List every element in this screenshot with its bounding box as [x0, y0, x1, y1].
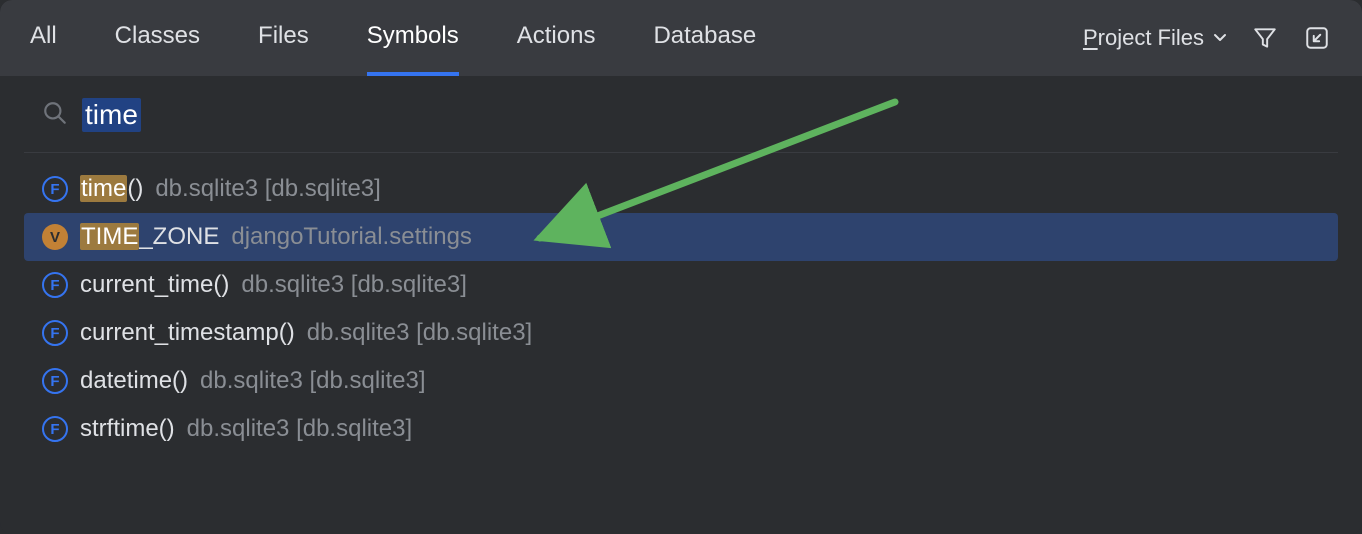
result-row[interactable]: F datetime() db.sqlite3 [db.sqlite3] — [0, 357, 1362, 405]
tab-actions[interactable]: Actions — [517, 0, 596, 76]
result-location: db.sqlite3 [db.sqlite3] — [241, 271, 466, 299]
result-row[interactable]: F time() db.sqlite3 [db.sqlite3] — [0, 165, 1362, 213]
open-in-toolwindow-icon[interactable] — [1302, 23, 1332, 53]
result-location: db.sqlite3 [db.sqlite3] — [187, 415, 412, 443]
result-location: db.sqlite3 [db.sqlite3] — [307, 319, 532, 347]
search-icon — [42, 100, 68, 131]
tab-classes[interactable]: Classes — [115, 0, 200, 76]
scope-hotkey: P — [1083, 25, 1098, 50]
search-input[interactable]: time — [82, 98, 141, 132]
variable-icon: V — [42, 224, 68, 250]
result-location: djangoTutorial.settings — [231, 223, 472, 251]
tab-all[interactable]: All — [30, 0, 57, 76]
scope-label-rest: roject Files — [1098, 25, 1204, 50]
result-location: db.sqlite3 [db.sqlite3] — [200, 367, 425, 395]
results-list: F time() db.sqlite3 [db.sqlite3] V TIME_… — [0, 153, 1362, 465]
tabs-right-group: Project Files — [1083, 23, 1332, 53]
result-row[interactable]: F strftime() db.sqlite3 [db.sqlite3] — [0, 405, 1362, 453]
chevron-down-icon — [1212, 25, 1228, 51]
function-icon: F — [42, 176, 68, 202]
scope-dropdown[interactable]: Project Files — [1083, 25, 1228, 51]
result-name: datetime() — [80, 367, 188, 395]
result-name: strftime() — [80, 415, 175, 443]
result-location: db.sqlite3 [db.sqlite3] — [155, 175, 380, 203]
search-tabs-bar: All Classes Files Symbols Actions Databa… — [0, 0, 1362, 76]
tabs-left-group: All Classes Files Symbols Actions Databa… — [30, 0, 756, 76]
tab-symbols[interactable]: Symbols — [367, 0, 459, 76]
result-row[interactable]: F current_timestamp() db.sqlite3 [db.sql… — [0, 309, 1362, 357]
result-name: current_time() — [80, 271, 229, 299]
result-row-selected[interactable]: V TIME_ZONE djangoTutorial.settings — [24, 213, 1338, 261]
search-bar: time — [0, 76, 1362, 152]
tab-files[interactable]: Files — [258, 0, 309, 76]
function-icon: F — [42, 416, 68, 442]
function-icon: F — [42, 368, 68, 394]
result-name: time() — [80, 175, 143, 203]
function-icon: F — [42, 272, 68, 298]
result-row[interactable]: F current_time() db.sqlite3 [db.sqlite3] — [0, 261, 1362, 309]
result-name: current_timestamp() — [80, 319, 295, 347]
tab-database[interactable]: Database — [653, 0, 756, 76]
filter-icon[interactable] — [1250, 23, 1280, 53]
result-name: TIME_ZONE — [80, 223, 219, 251]
function-icon: F — [42, 320, 68, 346]
